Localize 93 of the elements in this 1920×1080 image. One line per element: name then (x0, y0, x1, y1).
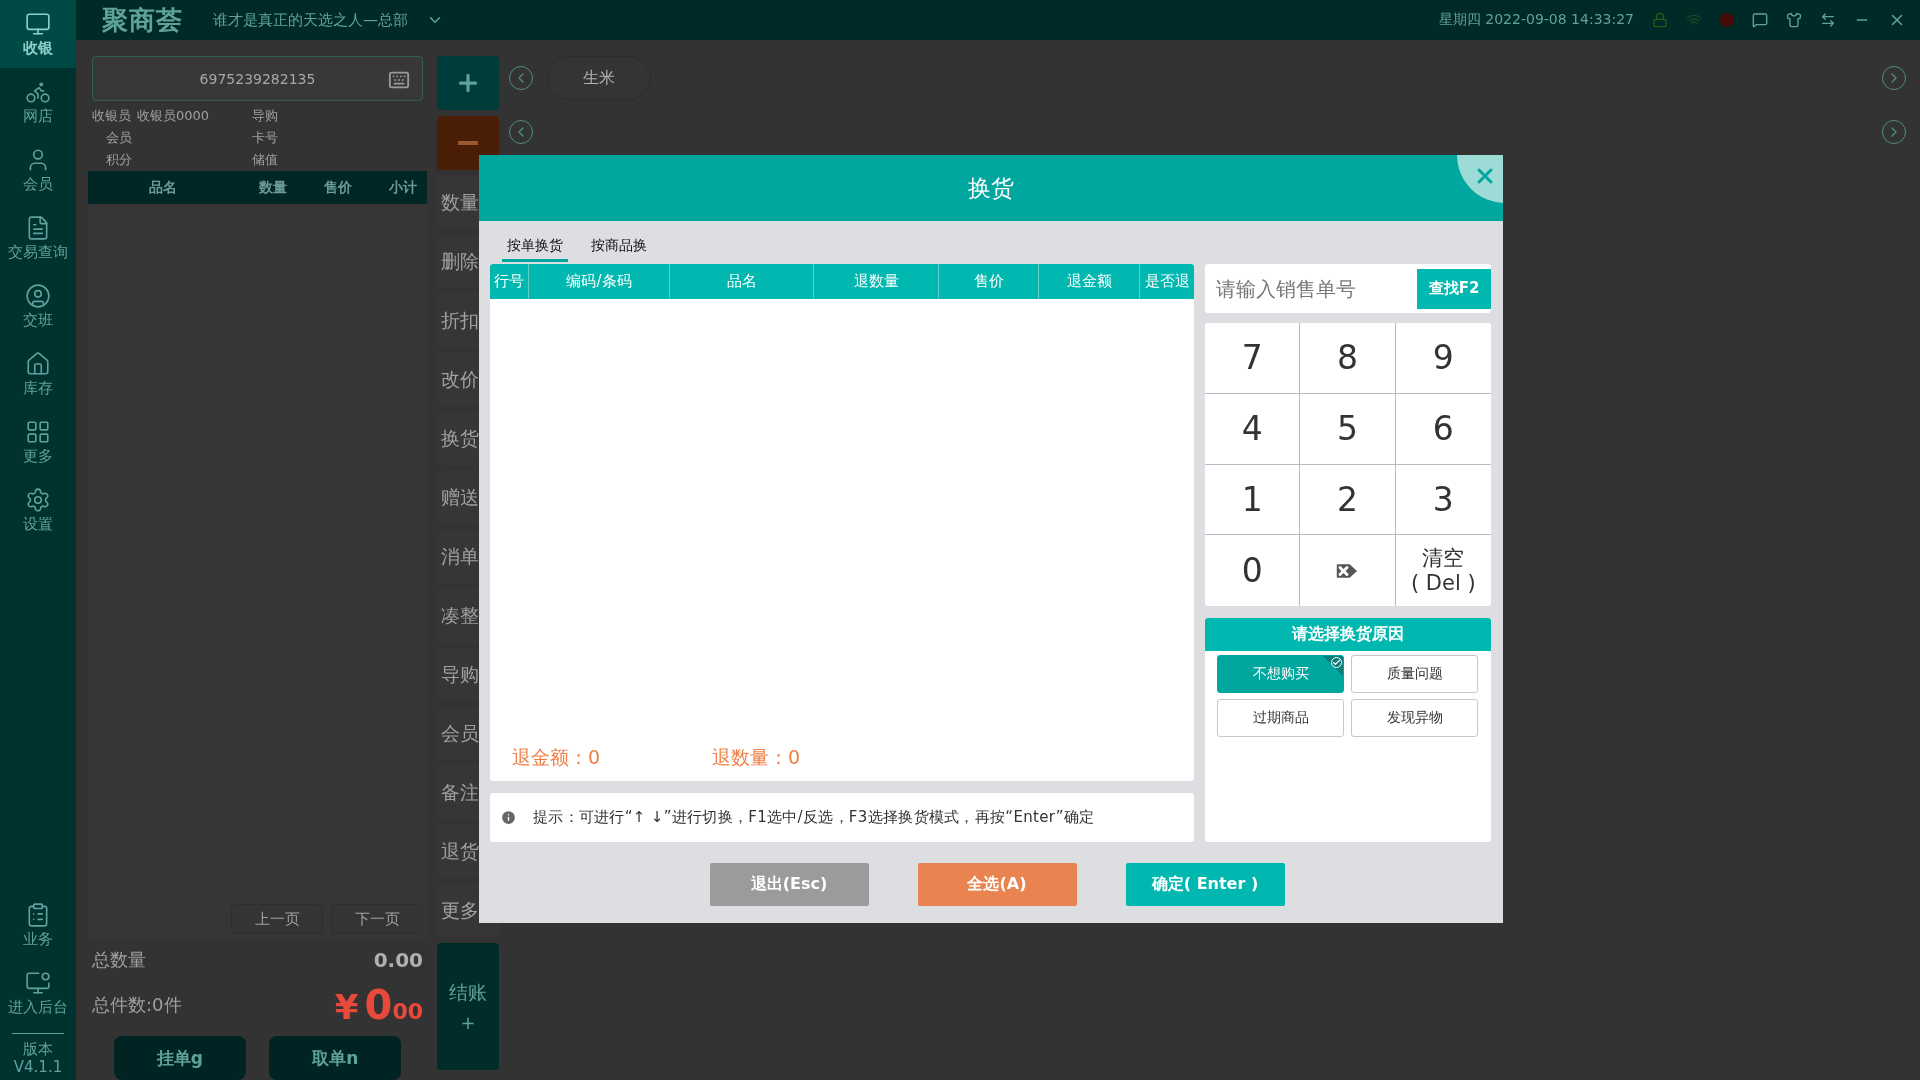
keypad-key[interactable]: 8 (1300, 323, 1396, 394)
reason-title: 请选择换货原因 (1205, 618, 1491, 651)
date-time: 星期四 2022-09-08 14:33:27 (1438, 11, 1634, 29)
sidebar-label: 网店 (23, 106, 53, 126)
sidebar-label: 交班 (23, 310, 53, 330)
version-label: 版本 (23, 1040, 53, 1058)
minus-icon (458, 141, 478, 145)
keypad-key[interactable]: 0 (1205, 535, 1301, 606)
order-search-field[interactable]: 请输入销售单号 查找F2 (1205, 264, 1491, 313)
reason-option[interactable]: 质量问题 (1351, 655, 1478, 693)
info-label: 收银员 (92, 107, 131, 125)
hint-text: 提示：可进行“↑ ↓”进行切换，F1选中/反选，F3选择换货模式，再按“Enter”确定 (533, 808, 1095, 827)
column-header: 数量 (258, 178, 288, 197)
find-button[interactable]: 查找F2 (1417, 268, 1491, 309)
sidebar-label: 设置 (23, 514, 53, 534)
total-amount: ¥000 (334, 982, 423, 1028)
add-button[interactable] (437, 56, 499, 110)
grid-icon (25, 418, 51, 445)
keypad-key[interactable]: 1 (1205, 464, 1301, 536)
sidebar-item[interactable]: 网店 (0, 68, 76, 136)
column-header: 是否退 (1143, 271, 1191, 292)
app-logo: 聚商荟 (102, 3, 183, 37)
sidebar-item[interactable]: 交班 (0, 272, 76, 340)
sidebar-item[interactable]: 更多 (0, 408, 76, 476)
column-header: 退数量 (814, 264, 939, 299)
checkout-button[interactable]: 结账 + (437, 943, 499, 1070)
monitor-icon (25, 969, 51, 996)
keypad-key[interactable]: 9 (1395, 323, 1491, 394)
column-header: 编码/条码 (529, 264, 670, 299)
store-name[interactable]: 谁才是真正的天选之人—总部 (213, 10, 408, 30)
column-header: 品名 (670, 264, 814, 299)
user-circle-icon (25, 282, 51, 309)
info-value: 收银员0000 (137, 107, 210, 125)
sidebar-label: 会员 (23, 174, 53, 194)
summary-text: 退金额：0 (512, 745, 601, 770)
info-label: 导购 (252, 107, 278, 125)
sidebar-item[interactable]: 进入后台 (0, 959, 76, 1027)
info-icon (500, 809, 517, 826)
version-number: V4.1.1 (13, 1058, 63, 1076)
settings-icon (25, 486, 51, 513)
house-icon (25, 350, 51, 377)
keyboard-icon[interactable] (388, 69, 410, 91)
sidebar-label: 交易查询 (8, 242, 68, 262)
message-icon[interactable] (1752, 12, 1768, 28)
sidebar-item[interactable]: 交易查询 (0, 204, 76, 272)
reason-option[interactable]: 发现异物 (1351, 699, 1478, 737)
dialog-button[interactable]: 确定( Enter ) (1125, 863, 1285, 906)
info-label: 积分 (106, 151, 132, 169)
info-label: 卡号 (252, 129, 278, 147)
keypad-key[interactable]: 5 (1300, 393, 1396, 465)
dialog-title: 换货 (968, 173, 1014, 203)
sidebar-label: 业务 (23, 929, 53, 949)
page-button[interactable]: 下一页 (331, 904, 423, 934)
tab[interactable]: 按商品换 (586, 232, 652, 262)
sidebar-item[interactable]: 库存 (0, 340, 76, 408)
page-button[interactable]: 上一页 (231, 904, 323, 934)
sidebar-label: 更多 (23, 446, 53, 466)
shirt-icon[interactable] (1786, 12, 1802, 28)
column-header: 小计 (388, 178, 418, 197)
remove-button[interactable] (437, 116, 499, 170)
keypad-key[interactable]: 2 (1300, 464, 1396, 536)
column-header: 退金额 (1039, 264, 1140, 299)
column-header: 行号 (490, 264, 529, 299)
sidebar-label: 收银 (23, 38, 53, 58)
keypad-key[interactable]: 7 (1205, 323, 1301, 394)
info-label: 会员 (106, 129, 132, 147)
summary-text: 退数量：0 (712, 745, 801, 770)
column-header: 品名 (148, 178, 178, 197)
total-quantity: 0.00 (373, 948, 423, 972)
swap-icon[interactable] (1820, 12, 1836, 28)
column-header: 售价 (939, 264, 1039, 299)
order-button[interactable]: 挂单g (113, 1036, 246, 1080)
sidebar-item[interactable]: 设置 (0, 476, 76, 544)
sidebar-item[interactable]: 业务 (0, 891, 76, 959)
info-label: 储值 (252, 151, 278, 169)
reason-option[interactable]: 过期商品 (1217, 699, 1344, 737)
reason-option[interactable]: 不想购买 (1217, 655, 1344, 693)
barcode-field[interactable]: 6975239282135 (92, 56, 423, 101)
column-header: 售价 (323, 178, 353, 197)
status-dot-icon[interactable] (1720, 13, 1734, 27)
total-quantity-label: 总数量 (92, 948, 146, 972)
order-button[interactable]: 取单n (269, 1036, 402, 1080)
dialog-button[interactable]: 退出(Esc) (709, 863, 869, 906)
dialog-button[interactable]: 全选(A) (917, 863, 1077, 906)
item-count: 总件数:0件 (92, 993, 182, 1017)
sidebar-label: 进入后台 (8, 997, 68, 1017)
monitor-icon (25, 10, 51, 37)
sidebar-item[interactable]: 收银 (0, 0, 76, 68)
check-icon (1331, 657, 1342, 668)
sidebar-label: 库存 (23, 378, 53, 398)
keypad-key[interactable]: 4 (1205, 393, 1301, 465)
category-button[interactable]: 生米 (547, 56, 651, 100)
sidebar-item[interactable]: 会员 (0, 136, 76, 204)
